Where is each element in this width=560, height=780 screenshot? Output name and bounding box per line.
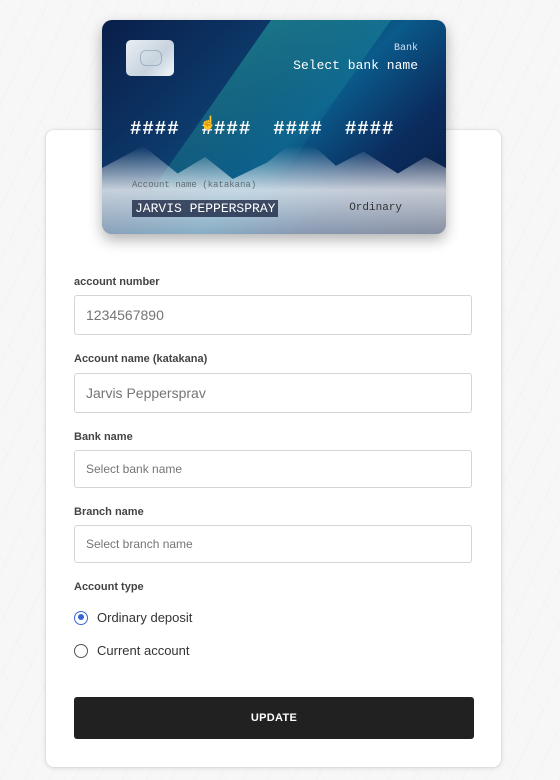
- branch-name-input[interactable]: [74, 525, 472, 563]
- radio-ordinary-deposit[interactable]: Ordinary deposit: [74, 610, 192, 625]
- mouse-cursor-icon: ☝: [200, 115, 217, 130]
- card-number-group: ####: [130, 118, 180, 140]
- account-type-label: Account type: [74, 581, 144, 593]
- card-number: #### #### #### ####: [130, 118, 394, 140]
- bank-name-input[interactable]: [74, 450, 472, 488]
- card-chip-icon: [126, 40, 174, 76]
- account-number-input[interactable]: [74, 295, 472, 335]
- card-holder-label: Account name (katakana): [132, 180, 257, 190]
- radio-current-account[interactable]: Current account: [74, 643, 190, 658]
- account-name-label: Account name (katakana): [74, 353, 208, 365]
- radio-checked-icon[interactable]: [74, 610, 88, 625]
- bank-name-label: Bank name: [74, 431, 133, 443]
- card-bank-name: Select bank name: [293, 58, 418, 73]
- radio-label: Current account: [97, 643, 190, 658]
- update-button[interactable]: UPDATE: [74, 697, 474, 739]
- radio-unchecked-icon[interactable]: [74, 643, 88, 658]
- account-number-label: account number: [74, 276, 160, 288]
- card-bank-label: Bank: [393, 43, 418, 54]
- card-account-type: Ordinary: [349, 202, 402, 214]
- branch-name-label: Branch name: [74, 506, 144, 518]
- card-number-group: ####: [344, 118, 395, 140]
- card-number-group: ####: [273, 118, 323, 140]
- radio-label: Ordinary deposit: [97, 610, 193, 625]
- card-holder-name: JARVIS PEPPERSPRAY: [132, 200, 279, 217]
- bank-card-preview: Bank Select bank name #### #### #### ###…: [102, 20, 446, 234]
- account-name-input[interactable]: [74, 373, 472, 413]
